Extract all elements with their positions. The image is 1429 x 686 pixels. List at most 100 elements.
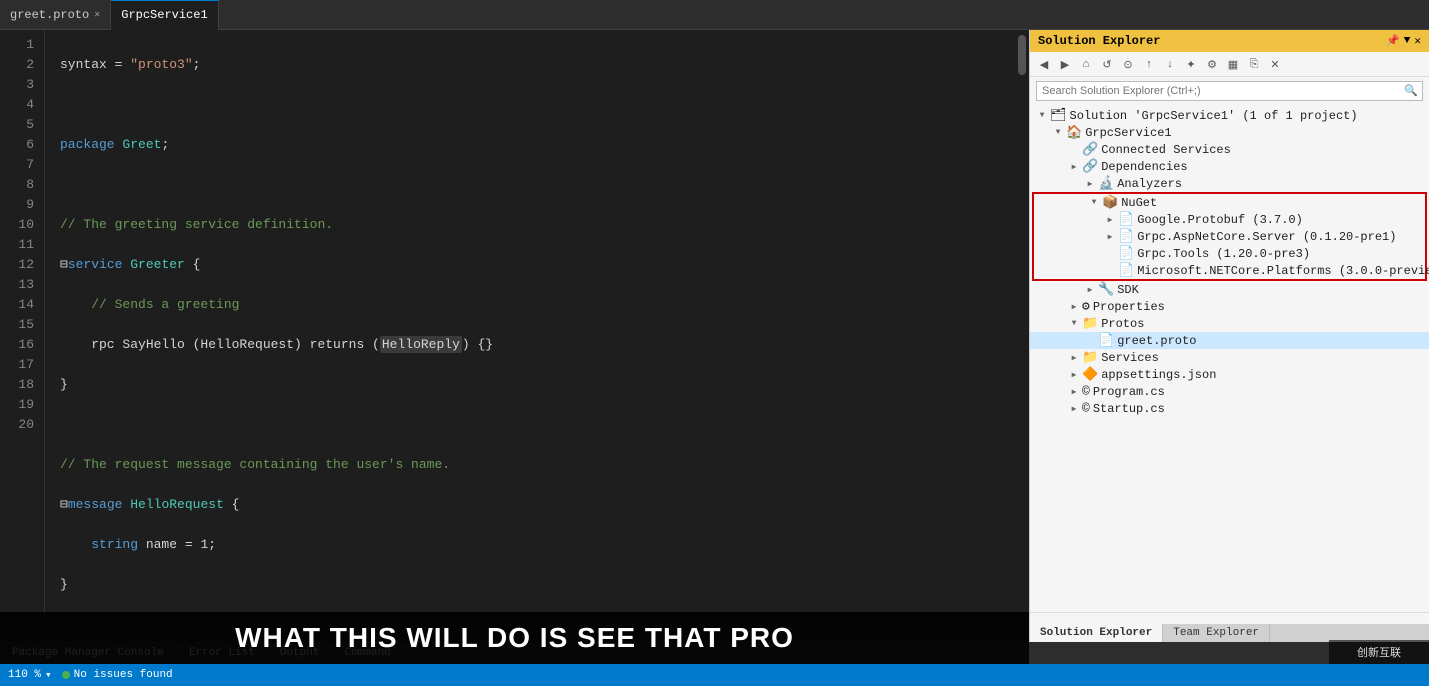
status-bar: 110 % ▾ No issues found xyxy=(0,664,1429,686)
tree-solution[interactable]: ▼ 🗂 Solution 'GrpcService1' (1 of 1 proj… xyxy=(1030,107,1429,124)
connected-services-icon: 🔗 xyxy=(1082,142,1098,157)
analyzers-label: Analyzers xyxy=(1117,177,1182,191)
tree-item-dependencies[interactable]: ▶ 🔗 Dependencies xyxy=(1030,158,1429,175)
dependencies-arrow: ▶ xyxy=(1066,162,1082,172)
solution-label: Solution 'GrpcService1' (1 of 1 project) xyxy=(1070,109,1358,123)
google-protobuf-label: Google.Protobuf (3.7.0) xyxy=(1137,213,1303,227)
protos-icon: 📁 xyxy=(1082,316,1098,331)
tree-item-appsettings[interactable]: ▶ 🔶 appsettings.json xyxy=(1030,366,1429,383)
scrollbar-thumb[interactable] xyxy=(1018,35,1026,75)
sdk-label: SDK xyxy=(1117,283,1139,297)
se-tab-solution-explorer[interactable]: Solution Explorer xyxy=(1030,624,1163,642)
toolbar-btn-grid[interactable]: ▦ xyxy=(1224,55,1242,73)
grpc-tools-label: Grpc.Tools (1.20.0-pre3) xyxy=(1137,247,1310,261)
toolbar-btn-close[interactable]: ✕ xyxy=(1266,55,1284,73)
analyzers-arrow: ▶ xyxy=(1082,179,1098,189)
tab-label: GrpcService1 xyxy=(121,8,207,22)
toolbar-btn-copy[interactable]: ⎘ xyxy=(1245,55,1263,73)
se-tab-team-explorer[interactable]: Team Explorer xyxy=(1163,624,1270,642)
code-line-3: package Greet; xyxy=(60,135,1015,155)
tab-greet-proto[interactable]: greet.proto ✕ xyxy=(0,0,111,30)
code-editor: 12345 678910 1112131415 1617181920 synta… xyxy=(0,30,1029,642)
code-line-7: // Sends a greeting xyxy=(60,295,1015,315)
project-arrow: ▼ xyxy=(1050,128,1066,137)
properties-icon: ⚙ xyxy=(1082,299,1090,314)
subtitle-overlay: WHAT THIS WILL DO IS SEE THAT PRO xyxy=(0,612,1029,664)
search-input[interactable] xyxy=(1037,83,1400,99)
editor-scrollbar[interactable] xyxy=(1015,30,1029,642)
tree-item-sdk[interactable]: ▶ 🔧 SDK xyxy=(1030,281,1429,298)
tree-item-grpc-aspnetcore[interactable]: ▶ 📄 Grpc.AspNetCore.Server (0.1.20-pre1) xyxy=(1034,228,1425,245)
tree-item-startup-cs[interactable]: ▶ © Startup.cs xyxy=(1030,400,1429,417)
tab-close-icon[interactable]: ✕ xyxy=(94,9,100,21)
tree-project[interactable]: ▼ 🏠 GrpcService1 xyxy=(1030,124,1429,141)
tab-grpc-service[interactable]: GrpcService1 xyxy=(111,0,218,30)
toolbar-btn-refresh[interactable]: ↺ xyxy=(1098,55,1116,73)
toolbar-btn-forward[interactable]: ▶ xyxy=(1056,55,1074,73)
google-protobuf-arrow: ▶ xyxy=(1102,215,1118,225)
tree-item-protos[interactable]: ▼ 📁 Protos xyxy=(1030,315,1429,332)
appsettings-arrow: ▶ xyxy=(1066,370,1082,380)
tree-item-greet-proto[interactable]: 📄 greet.proto xyxy=(1030,332,1429,349)
protos-arrow: ▼ xyxy=(1066,319,1082,328)
toolbar-btn-up[interactable]: ↑ xyxy=(1140,55,1158,73)
green-dot-icon xyxy=(62,671,70,679)
se-close-icon[interactable]: ✕ xyxy=(1414,34,1421,48)
watermark-text: 创新互联 xyxy=(1357,644,1401,660)
subtitle-text: WHAT THIS WILL DO IS SEE THAT PRO xyxy=(235,622,794,654)
startup-cs-arrow: ▶ xyxy=(1066,404,1082,414)
zoom-dropdown-icon[interactable]: ▾ xyxy=(45,668,52,682)
appsettings-icon: 🔶 xyxy=(1082,367,1098,382)
greet-proto-icon: 📄 xyxy=(1098,333,1114,348)
toolbar-btn-back[interactable]: ◀ xyxy=(1035,55,1053,73)
code-area[interactable]: 12345 678910 1112131415 1617181920 synta… xyxy=(0,30,1015,642)
toolbar-btn-settings1[interactable]: ⊙ xyxy=(1119,55,1137,73)
protos-label: Protos xyxy=(1101,317,1144,331)
no-issues-label: No issues found xyxy=(74,669,173,681)
tree-item-connected-services[interactable]: 🔗 Connected Services xyxy=(1030,141,1429,158)
se-pin-icon[interactable]: 📌 xyxy=(1386,34,1400,48)
code-line-9: } xyxy=(60,375,1015,395)
grpc-aspnetcore-icon: 📄 xyxy=(1118,229,1134,244)
code-line-1: syntax = "proto3"; xyxy=(60,55,1015,75)
project-icon: 🏠 xyxy=(1066,125,1082,140)
program-cs-label: Program.cs xyxy=(1093,385,1165,399)
toolbar-btn-settings2[interactable]: ⚙ xyxy=(1203,55,1221,73)
watermark: 创新互联 xyxy=(1329,640,1429,664)
code-line-13: string name = 1; xyxy=(60,535,1015,555)
se-header-controls: 📌 ▼ ✕ xyxy=(1386,34,1421,48)
se-unpin-icon[interactable]: ▼ xyxy=(1404,35,1411,47)
program-cs-arrow: ▶ xyxy=(1066,387,1082,397)
toolbar-btn-star[interactable]: ✦ xyxy=(1182,55,1200,73)
se-header-title: Solution Explorer xyxy=(1038,34,1160,48)
status-left: 110 % ▾ No issues found xyxy=(8,668,173,682)
se-search-box: 🔍 xyxy=(1036,81,1423,101)
tree-item-grpc-tools[interactable]: 📄 Grpc.Tools (1.20.0-pre3) xyxy=(1034,245,1425,262)
se-tree: ▼ 🗂 Solution 'GrpcService1' (1 of 1 proj… xyxy=(1030,105,1429,612)
code-content[interactable]: syntax = "proto3"; package Greet; // The… xyxy=(45,30,1015,642)
tree-item-nuget[interactable]: ▼ 📦 NuGet xyxy=(1034,194,1425,211)
tree-item-program-cs[interactable]: ▶ © Program.cs xyxy=(1030,383,1429,400)
appsettings-label: appsettings.json xyxy=(1101,368,1216,382)
properties-label: Properties xyxy=(1093,300,1165,314)
tree-item-microsoft-netcore[interactable]: 📄 Microsoft.NETCore.Platforms (3.0.0-pre… xyxy=(1034,262,1425,279)
nuget-icon: 📦 xyxy=(1102,195,1118,210)
solution-arrow: ▼ xyxy=(1034,111,1050,120)
code-line-5: // The greeting service definition. xyxy=(60,215,1015,235)
startup-cs-icon: © xyxy=(1082,401,1090,416)
se-horizontal-scrollbar[interactable] xyxy=(1030,612,1429,624)
greet-proto-label: greet.proto xyxy=(1117,334,1196,348)
tree-item-properties[interactable]: ▶ ⚙ Properties xyxy=(1030,298,1429,315)
tree-item-google-protobuf[interactable]: ▶ 📄 Google.Protobuf (3.7.0) xyxy=(1034,211,1425,228)
tree-item-analyzers[interactable]: ▶ 🔬 Analyzers xyxy=(1030,175,1429,192)
tree-item-services[interactable]: ▶ 📁 Services xyxy=(1030,349,1429,366)
code-line-12: ⊟message HelloRequest { xyxy=(60,495,1015,515)
toolbar-btn-home[interactable]: ⌂ xyxy=(1077,55,1095,73)
grpc-aspnetcore-arrow: ▶ xyxy=(1102,232,1118,242)
code-line-2 xyxy=(60,95,1015,115)
solution-icon: 🗂 xyxy=(1050,108,1067,123)
services-label: Services xyxy=(1101,351,1159,365)
code-line-11: // The request message containing the us… xyxy=(60,455,1015,475)
grpc-tools-icon: 📄 xyxy=(1118,246,1134,261)
toolbar-btn-down[interactable]: ↓ xyxy=(1161,55,1179,73)
